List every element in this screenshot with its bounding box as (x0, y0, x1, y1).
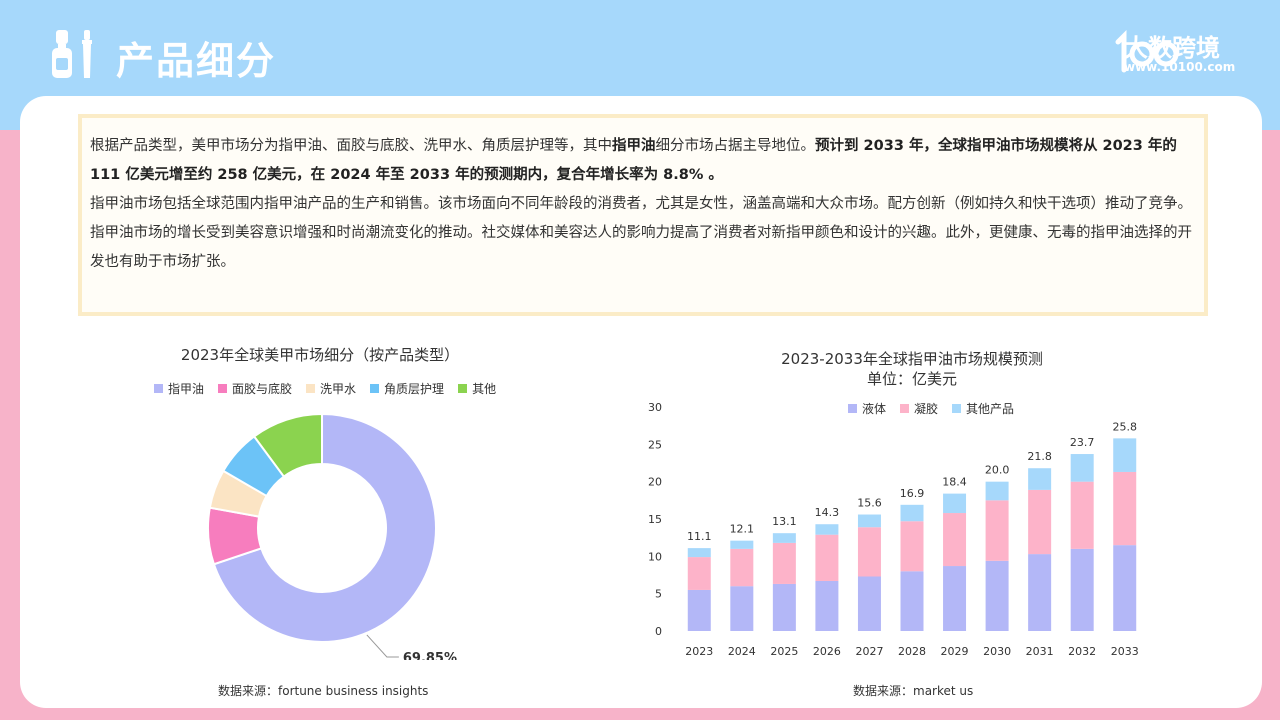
bar-chart-subtitle: 单位：亿美元 (866, 370, 957, 388)
bar-segment (730, 586, 754, 631)
legend-label: 角质层护理 (384, 382, 445, 396)
donut-chart: 69.85% (207, 412, 457, 660)
legend-label: 其他 (472, 382, 497, 396)
x-tick-label: 2023 (685, 645, 713, 658)
bar-source: 数据来源：market us (853, 684, 974, 698)
bar-segment (900, 521, 924, 572)
legend-swatch (370, 384, 380, 393)
bar-total-label: 23.7 (1070, 436, 1095, 449)
donut-data-label: 69.85% (403, 651, 457, 660)
legend-label: 指甲油 (168, 382, 205, 396)
y-tick-label: 10 (648, 550, 662, 563)
x-tick-label: 2032 (1068, 645, 1096, 658)
bar-segment (1070, 548, 1094, 631)
bar-segment (1113, 438, 1137, 472)
bar-segment (1070, 481, 1094, 549)
legend-swatch (306, 384, 316, 393)
bar-segment (687, 548, 711, 558)
intro-text: 细分市场占据主导地位。 (655, 138, 816, 154)
bar-segment (943, 513, 967, 567)
legend-label: 洗甲水 (320, 382, 357, 396)
intro-bold: 指甲油 (612, 138, 656, 154)
bar-segment (857, 576, 881, 631)
y-tick-label: 30 (648, 401, 662, 414)
bar-segment (900, 504, 924, 522)
donut-chart-title: 2023年全球美甲市场细分（按产品类型） (180, 346, 460, 364)
x-tick-label: 2027 (855, 645, 883, 658)
bar-chart-title: 2023-2033年全球指甲油市场规模预测 (781, 350, 1043, 368)
bar-segment (815, 524, 839, 535)
legend-label: 面胶与底胶 (232, 382, 293, 396)
bar-segment (815, 580, 839, 631)
legend-item: 其他 (458, 380, 496, 397)
nail-polish-icon (52, 30, 92, 78)
bar-segment (730, 548, 754, 587)
page-title: 产品细分 (116, 39, 277, 83)
y-tick-label: 5 (655, 588, 662, 601)
intro-paragraph-1: 根据产品类型，美甲市场分为指甲油、面胶与底胶、洗甲水、角质层护理等，其中指甲油细… (90, 132, 1196, 190)
legend-item: 指甲油 (154, 380, 204, 397)
bar-segment (943, 493, 967, 514)
bar-segment (730, 540, 754, 549)
bar-segment (1028, 468, 1052, 490)
bar-total-label: 21.8 (1027, 450, 1052, 463)
y-tick-label: 20 (648, 476, 662, 489)
bar-segment (772, 542, 796, 584)
donut-source: 数据来源：fortune business insights (218, 684, 429, 698)
bar-segment (985, 500, 1009, 561)
legend-swatch (218, 384, 228, 393)
bar-segment (985, 481, 1009, 501)
legend-item: 洗甲水 (306, 380, 356, 397)
legend-item: 面胶与底胶 (218, 380, 292, 397)
brand-name: 大数跨境 (1124, 34, 1220, 62)
bar-segment (687, 557, 711, 590)
intro-paragraph-3: 指甲油市场的增长受到美容意识增强和时尚潮流变化的推动。社交媒体和美容达人的影响力… (90, 225, 1192, 270)
bar-segment (772, 533, 796, 543)
bar-total-label: 18.4 (942, 476, 967, 489)
bar-segment (1113, 545, 1137, 631)
bar-total-label: 25.8 (1112, 420, 1137, 433)
bar-segment (943, 566, 967, 631)
x-tick-label: 2024 (728, 645, 756, 658)
x-tick-label: 2029 (941, 645, 969, 658)
intro-paragraph-2: 指甲油市场包括全球范围内指甲油产品的生产和销售。该市场面向不同年龄段的消费者，尤… (90, 196, 1192, 212)
legend-swatch (154, 384, 163, 393)
x-tick-label: 2030 (983, 645, 1011, 658)
bar-total-label: 14.3 (815, 506, 840, 519)
bar-total-label: 12.1 (730, 523, 755, 536)
x-tick-label: 2033 (1111, 645, 1139, 658)
x-tick-label: 2026 (813, 645, 841, 658)
bar-segment (857, 514, 881, 528)
donut-label-leader (366, 634, 399, 658)
intro-text: 根据产品类型，美甲市场分为指甲油、面胶与底胶、洗甲水、角质层护理等，其中 (90, 138, 612, 154)
y-tick-label: 15 (648, 513, 662, 526)
x-tick-label: 2031 (1026, 645, 1054, 658)
bar-segment (857, 527, 881, 577)
bar-segment (815, 534, 839, 581)
bar-segment (772, 583, 796, 631)
bar-total-label: 11.1 (687, 530, 712, 543)
bar-segment (687, 589, 711, 631)
donut-legend: 指甲油 面胶与底胶 洗甲水 角质层护理 其他 (154, 380, 510, 397)
bar-segment (985, 560, 1009, 631)
y-tick-label: 0 (655, 625, 662, 638)
x-tick-label: 2025 (770, 645, 798, 658)
bar-segment (1113, 471, 1137, 546)
y-tick-label: 25 (648, 438, 662, 451)
legend-item: 角质层护理 (370, 380, 444, 397)
bar-segment (1028, 489, 1052, 555)
bar-total-label: 13.1 (772, 515, 797, 528)
bar-segment (900, 571, 924, 631)
bar-segment (1070, 454, 1094, 482)
bar-total-label: 16.9 (900, 487, 925, 500)
bar-segment (1028, 554, 1052, 631)
x-tick-label: 2028 (898, 645, 926, 658)
bar-total-label: 20.0 (985, 464, 1010, 477)
intro-textbox: 根据产品类型，美甲市场分为指甲油、面胶与底胶、洗甲水、角质层护理等，其中指甲油细… (78, 114, 1208, 316)
legend-swatch (458, 384, 468, 393)
stacked-bar-chart: 05101520253011.1202312.1202413.1202514.3… (648, 401, 1139, 658)
brand-url: www.10100.com (1124, 60, 1236, 74)
bar-total-label: 15.6 (857, 497, 882, 510)
